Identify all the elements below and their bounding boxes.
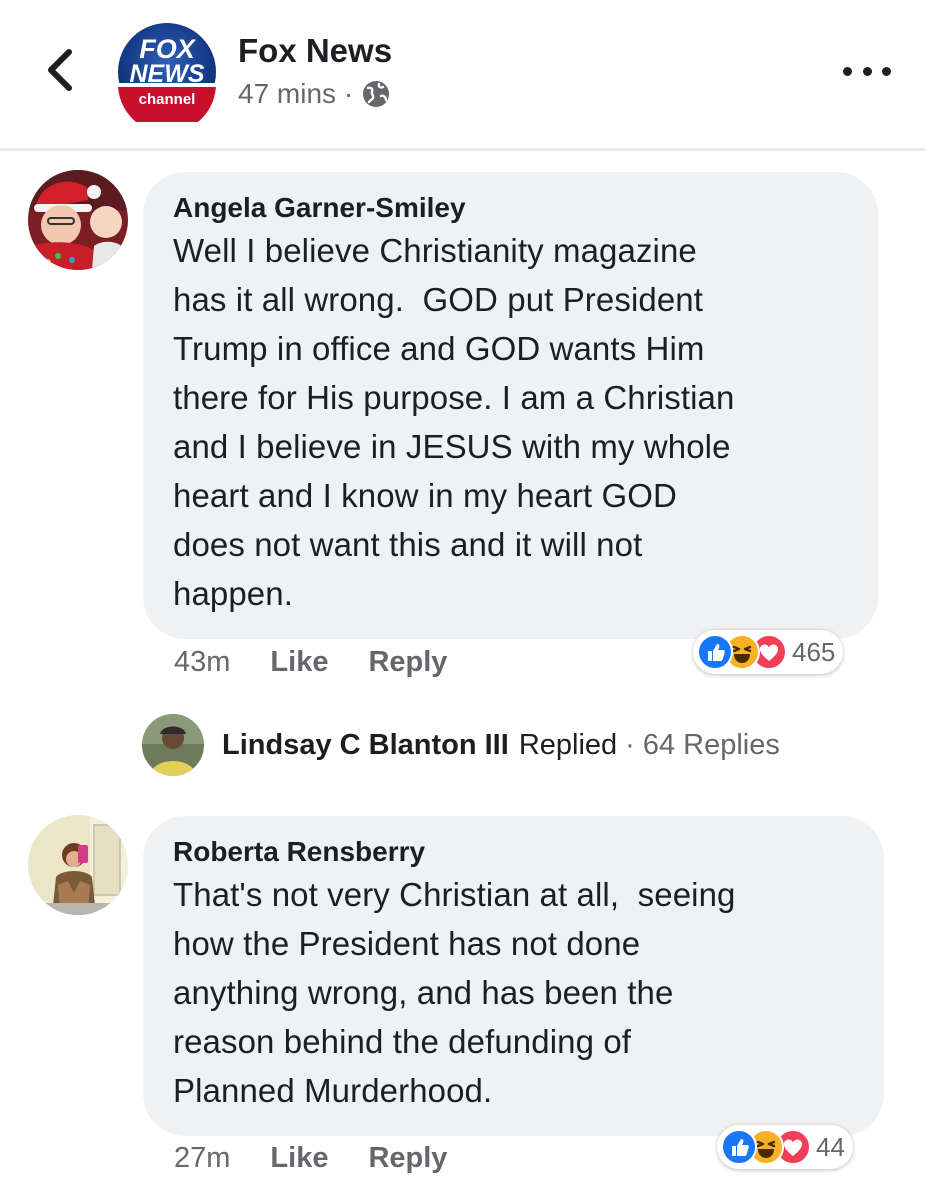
- reactions-summary[interactable]: 44: [717, 1125, 853, 1169]
- like-icon: [697, 634, 733, 670]
- comment-author[interactable]: Angela Garner-Smiley: [173, 190, 848, 226]
- like-icon: [721, 1129, 757, 1165]
- like-button[interactable]: Like: [270, 646, 328, 679]
- reply-verb: Replied: [518, 728, 618, 761]
- header-divider: [0, 148, 925, 151]
- logo-line3: channel: [139, 91, 196, 108]
- comment-author[interactable]: Roberta Rensberry: [173, 834, 854, 870]
- logo-line2: NEWS: [130, 60, 205, 88]
- reply-count: 64 Replies: [642, 728, 780, 761]
- more-options-button[interactable]: [843, 56, 891, 86]
- reaction-count: 44: [816, 1131, 845, 1162]
- comment-time[interactable]: 43m: [174, 646, 230, 679]
- meta-separator: ·: [344, 78, 354, 109]
- reactions-summary[interactable]: 465: [693, 630, 844, 674]
- avatar[interactable]: [142, 714, 204, 776]
- chevron-left-icon: [48, 49, 72, 91]
- comment-actions: 27m Like Reply: [174, 1142, 487, 1175]
- comment-actions: 43m Like Reply: [174, 646, 487, 679]
- comment-bubble[interactable]: Angela Garner-Smiley Well I believe Chri…: [143, 172, 878, 639]
- post-meta: 47 mins ·: [238, 78, 391, 110]
- avatar[interactable]: [28, 815, 128, 915]
- reaction-count: 465: [792, 636, 836, 667]
- more-horizontal-icon: [843, 66, 852, 76]
- comment-bubble[interactable]: Roberta Rensberry That's not very Christ…: [143, 816, 884, 1136]
- post-header: FOX NEWS channel Fox News 47 mins ·: [0, 0, 925, 150]
- globe-icon: [363, 81, 390, 107]
- avatar[interactable]: [28, 170, 128, 270]
- fox-news-logo[interactable]: FOX NEWS channel: [116, 22, 218, 133]
- reply-author: Lindsay C Blanton III: [222, 728, 509, 761]
- like-button[interactable]: Like: [270, 1142, 328, 1175]
- comment-text: Well I believe Christianity magazine has…: [173, 232, 735, 612]
- reply-button[interactable]: Reply: [368, 1142, 447, 1175]
- back-button[interactable]: [38, 48, 82, 92]
- comment-time[interactable]: 27m: [174, 1142, 230, 1175]
- reply-button[interactable]: Reply: [368, 646, 447, 679]
- more-dot: [882, 66, 891, 76]
- page-name[interactable]: Fox News: [238, 32, 392, 70]
- comment-text: That's not very Christian at all, seeing…: [173, 876, 736, 1109]
- view-replies-link[interactable]: Lindsay C Blanton III Replied · 64 Repli…: [142, 714, 780, 776]
- more-dot: [862, 66, 872, 76]
- reply-separator: ·: [625, 728, 635, 761]
- post-time[interactable]: 47 mins: [238, 78, 336, 110]
